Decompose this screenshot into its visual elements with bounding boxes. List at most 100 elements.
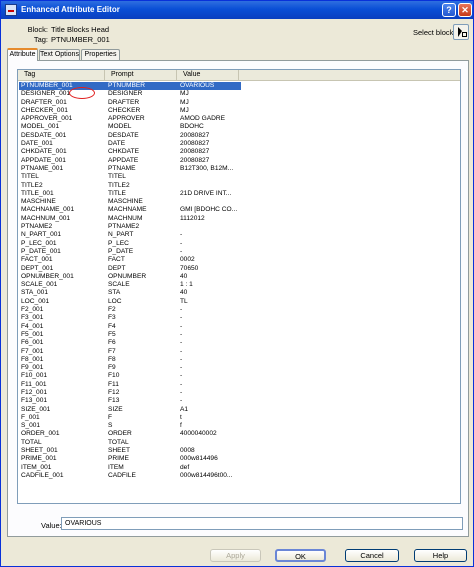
list-row[interactable]: F_001 Ft <box>18 414 460 422</box>
row-prompt: APPDATE <box>108 156 139 164</box>
list-row[interactable]: F12_001 F12 - <box>18 389 460 397</box>
column-header-tag[interactable]: Tag <box>18 70 105 80</box>
row-tag: ORDER_001 <box>21 430 60 438</box>
row-prompt: PTNAME <box>108 164 136 172</box>
list-row[interactable]: TOTAL TOTAL <box>18 439 460 447</box>
help-button[interactable]: Help <box>414 549 467 562</box>
list-row[interactable]: CHECKER_001 CHECKER MJ <box>18 107 460 115</box>
list-row[interactable]: APPROVER_001 APPROVER AMOD GADRE <box>18 115 460 123</box>
list-row[interactable]: F5_001 F5 - <box>18 331 460 339</box>
list-row[interactable]: F11_001 F11 - <box>18 381 460 389</box>
row-tag: F12_001 <box>21 388 48 396</box>
enhanced-attribute-editor-window: Enhanced Attribute Editor ? ✕ Block: Titl… <box>0 0 474 567</box>
tab-text-options[interactable]: Text Options <box>39 49 80 60</box>
list-row[interactable]: PTNAME_001 PTNAME B12T300, B12M... <box>18 165 460 173</box>
row-value: - <box>180 397 183 405</box>
row-value: 21D DRIVE INT... <box>180 189 232 197</box>
row-value: f <box>180 422 182 430</box>
list-row[interactable]: FACT_001 FACT 0002 <box>18 256 460 264</box>
row-prompt: APPROVER <box>108 115 145 123</box>
column-header-prompt[interactable]: Prompt <box>105 70 177 80</box>
row-tag: F10_001 <box>21 372 48 380</box>
list-row[interactable]: SHEET_001 SHEET 0008 <box>18 447 460 455</box>
column-header-value[interactable]: Value <box>177 70 239 80</box>
row-prompt: S <box>108 422 113 430</box>
list-row[interactable]: DEPT_001 DEPT 70650 <box>18 265 460 273</box>
row-tag: S_001 <box>21 422 41 430</box>
list-row[interactable]: F7_001 F7 - <box>18 348 460 356</box>
attribute-list[interactable]: Tag Prompt Value PTNUMBER_001 PTNUMBER OVA… <box>17 69 461 504</box>
list-row[interactable]: OPNUMBER_001 OPNUMBER 40 <box>18 273 460 281</box>
title-bar[interactable]: Enhanced Attribute Editor ? ✕ <box>1 1 473 19</box>
list-row[interactable]: CHKDATE_001 CHKDATE 20080827 <box>18 148 460 156</box>
list-row[interactable]: DATE_001 DATE 20080827 <box>18 140 460 148</box>
row-value: - <box>180 314 183 322</box>
list-row[interactable]: ITEM_001 ITEM def <box>18 464 460 472</box>
list-row[interactable]: F10_001 F10 - <box>18 372 460 380</box>
row-value: AMOD GADRE <box>180 115 226 123</box>
close-button[interactable]: ✕ <box>458 3 472 17</box>
list-row[interactable]: F2_001 F2 - <box>18 306 460 314</box>
list-row[interactable]: MASCHINE MASCHINE <box>18 198 460 206</box>
list-row[interactable]: F3_001 F3 - <box>18 314 460 322</box>
list-row[interactable]: MACHNUM_001 MACHNUM 1112012 <box>18 215 460 223</box>
list-row[interactable]: TITEL TITEL <box>18 173 460 181</box>
cancel-button[interactable]: Cancel <box>345 549 399 562</box>
list-row[interactable]: APPDATE_001 APPDATE 20080827 <box>18 157 460 165</box>
apply-button[interactable]: Apply <box>210 549 261 562</box>
row-value: GMI [BDOHC CO... <box>180 206 238 214</box>
ok-button[interactable]: OK <box>275 549 326 562</box>
list-row[interactable]: MODEL_001 MODEL BDOHC <box>18 123 460 131</box>
list-row[interactable]: F4_001 F4 - <box>18 323 460 331</box>
row-tag: P_LEC_001 <box>21 239 57 247</box>
list-row[interactable]: TITLE2 TITLE2 <box>18 182 460 190</box>
row-tag: STA_001 <box>21 289 49 297</box>
row-prompt: F9 <box>108 364 116 372</box>
list-row[interactable]: DESDATE_001 DESDATE 20080827 <box>18 132 460 140</box>
list-row[interactable]: SCALE_001 SCALE 1 : 1 <box>18 281 460 289</box>
value-input[interactable]: OVARIOUS <box>61 517 463 530</box>
list-row[interactable]: P_LEC_001 P_LEC - <box>18 240 460 248</box>
list-row[interactable]: CADFILE_001 CADFILE 000w814496t00... <box>18 472 460 480</box>
row-prompt: F4 <box>108 322 116 330</box>
row-prompt: F8 <box>108 355 116 363</box>
list-row[interactable]: F13_001 F13 - <box>18 397 460 405</box>
row-prompt: MASCHINE <box>108 198 143 206</box>
list-row[interactable]: LOC_001 LOC TL <box>18 298 460 306</box>
list-row[interactable]: DRAFTER_001 DRAFTER MJ <box>18 99 460 107</box>
row-prompt: PTNUMBER <box>108 82 145 89</box>
select-block-button[interactable] <box>453 24 469 40</box>
row-value: MJ <box>180 106 189 114</box>
list-row[interactable]: S_001 Sf <box>18 422 460 430</box>
list-row[interactable]: STA_001 STA 40 <box>18 289 460 297</box>
list-row[interactable]: MACHNAME_001 MACHNAME GMI [BDOHC CO... <box>18 206 460 214</box>
list-row[interactable]: N_PART_001 N_PART - <box>18 231 460 239</box>
list-row[interactable]: TITLE_001 TITLE 21D DRIVE INT... <box>18 190 460 198</box>
tab-properties[interactable]: Properties <box>81 49 120 60</box>
list-row[interactable]: P_DATE_001 P_DATE - <box>18 248 460 256</box>
row-tag: MODEL_001 <box>21 123 60 131</box>
list-row[interactable]: ORDER_001 ORDER 4000040002 <box>18 430 460 438</box>
list-row[interactable]: PRIME_001 PRIME 000w814496 <box>18 455 460 463</box>
list-row[interactable]: SIZE_001 SIZE A1 <box>18 406 460 414</box>
list-row[interactable]: PTNAME2 PTNAME2 <box>18 223 460 231</box>
row-value: - <box>180 322 183 330</box>
row-value: MJ <box>180 90 189 98</box>
row-prompt: TITLE <box>108 189 126 197</box>
tab-attribute[interactable]: Attribute <box>7 48 38 61</box>
list-row[interactable]: F6_001 F6 - <box>18 339 460 347</box>
row-prompt: MODEL <box>108 123 132 131</box>
list-row[interactable]: F9_001 F9 - <box>18 364 460 372</box>
row-tag: TOTAL <box>21 438 42 446</box>
row-tag: SIZE_001 <box>21 405 51 413</box>
row-value: 0008 <box>180 447 195 455</box>
row-value: - <box>180 339 183 347</box>
row-prompt: F5 <box>108 330 116 338</box>
row-value: 70650 <box>180 264 199 272</box>
row-prompt: SIZE <box>108 405 123 413</box>
row-tag: OPNUMBER_001 <box>21 272 74 280</box>
list-row[interactable]: F8_001 F8 - <box>18 356 460 364</box>
row-tag: DEPT_001 <box>21 264 54 272</box>
row-prompt: DATE <box>108 140 126 148</box>
help-button-titlebar[interactable]: ? <box>442 3 456 17</box>
